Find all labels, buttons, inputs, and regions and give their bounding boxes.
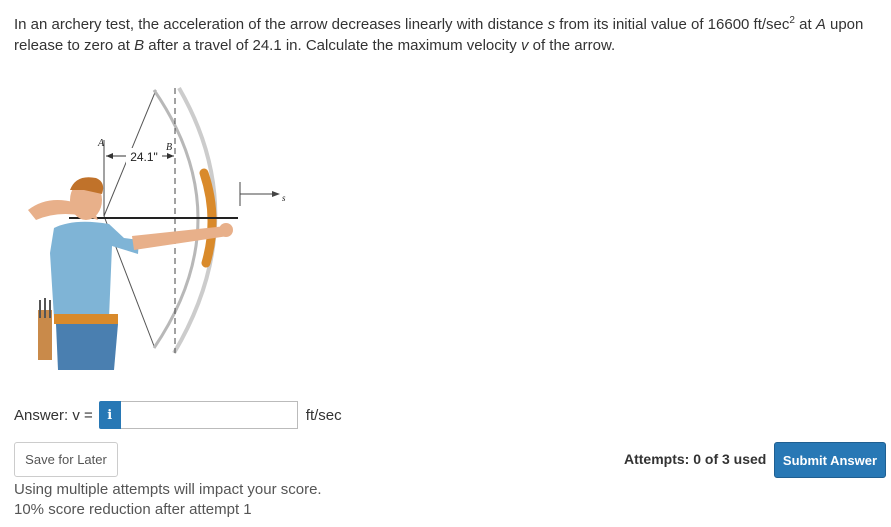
var-s: s — [547, 16, 556, 33]
answer-row: Answer: v = i ft/sec — [14, 399, 342, 431]
attempts-warning: Using multiple attempts will impact your… — [14, 481, 322, 498]
question-part-6: of the arrow. — [528, 37, 616, 54]
answer-unit: ft/sec — [305, 406, 342, 424]
answer-input[interactable] — [120, 401, 298, 429]
score-reduction-note: 10% score reduction after attempt 1 — [14, 501, 252, 518]
submit-answer-button[interactable]: Submit Answer — [774, 442, 886, 478]
label-b: B — [166, 142, 172, 153]
dimension-arrow-left — [106, 153, 113, 159]
dimension-arrow-right — [167, 153, 174, 159]
question-part-5: after a travel of 24.1 in. Calculate the… — [144, 37, 521, 54]
save-for-later-button[interactable]: Save for Later — [14, 442, 118, 477]
info-icon[interactable]: i — [98, 401, 121, 429]
archer-shirt — [50, 221, 139, 318]
archer-figure: 24.1" A B s — [14, 78, 296, 370]
answer-label: Answer: v = — [14, 406, 93, 424]
question-part-1: In an archery test, the acceleration of … — [14, 16, 548, 33]
question-part-2: from its initial value of 16600 ft/sec — [555, 16, 790, 33]
label-s: s — [282, 193, 286, 203]
archer-front-hand — [219, 223, 233, 237]
var-a: A — [815, 16, 826, 33]
archer-pants — [56, 324, 118, 370]
var-b: B — [134, 37, 145, 54]
archer-belt — [54, 314, 118, 324]
question-text: In an archery test, the acceleration of … — [14, 14, 874, 56]
archer-illustration: 24.1" A B s — [28, 87, 286, 370]
question-part-3: at — [794, 16, 816, 33]
label-a: A — [97, 138, 105, 149]
s-arrowhead — [272, 191, 280, 197]
attempts-counter: Attempts: 0 of 3 used — [624, 451, 767, 467]
dimension-label: 24.1" — [130, 150, 158, 164]
